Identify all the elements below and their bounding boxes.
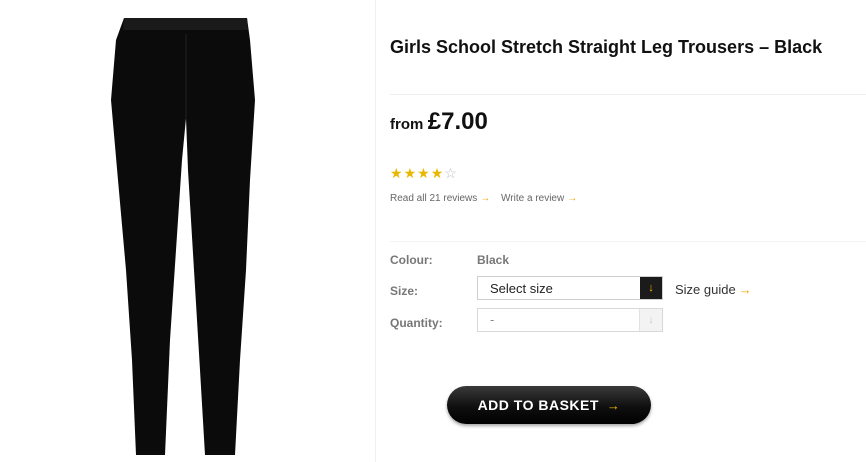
add-to-basket-button[interactable]: ADD TO BASKET →	[447, 386, 651, 424]
star-filled-icon: ★	[417, 165, 431, 181]
price-value: £7.00	[427, 108, 488, 135]
size-select[interactable]: Select size ↓	[477, 276, 663, 300]
arrow-right-icon: →	[738, 282, 752, 297]
star-filled-icon: ★	[403, 165, 418, 181]
size-label: Size:	[390, 284, 419, 298]
size-select-value: Select size	[490, 281, 553, 296]
price: from £7.00	[390, 108, 488, 136]
arrow-right-icon: →	[567, 193, 578, 204]
star-filled-icon: ★	[430, 165, 445, 181]
divider	[390, 94, 866, 95]
trousers-image	[111, 18, 255, 455]
chevron-down-icon[interactable]: ↓	[640, 277, 662, 299]
star-empty-icon: ☆	[444, 165, 458, 181]
price-prefix: from	[390, 116, 424, 133]
rating-stars: ★★★★☆	[390, 165, 458, 182]
quantity-select[interactable]: - ↓	[477, 308, 663, 332]
size-guide-link[interactable]: Size guide →	[675, 282, 752, 297]
quantity-select-value: -	[490, 312, 495, 327]
quantity-label: Quantity:	[390, 316, 443, 330]
product-image-panel	[0, 0, 376, 462]
colour-label: Colour:	[390, 253, 433, 267]
write-review-link[interactable]: Write a review →	[501, 193, 577, 204]
read-reviews-link[interactable]: Read all 21 reviews →	[390, 193, 490, 204]
colour-value: Black	[477, 253, 510, 267]
review-links: Read all 21 reviews → Write a review →	[390, 193, 585, 204]
arrow-right-icon: →	[480, 193, 491, 204]
product-title: Girls School Stretch Straight Leg Trouse…	[390, 37, 823, 57]
chevron-down-icon[interactable]: ↓	[639, 309, 662, 331]
star-filled-icon: ★	[390, 165, 404, 181]
arrow-right-icon: →	[606, 397, 621, 413]
divider	[390, 241, 866, 242]
